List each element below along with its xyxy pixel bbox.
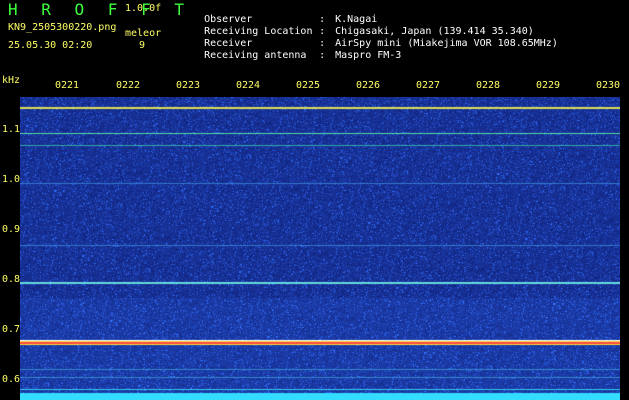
x-tick-0224: 0224: [236, 80, 261, 91]
x-tick-0226: 0226: [356, 80, 381, 91]
x-tick-0229: 0229: [536, 80, 561, 91]
spectrogram-plot[interactable]: [20, 97, 620, 400]
x-tick-0230: 0230: [596, 80, 621, 91]
x-tick-0228: 0228: [476, 80, 501, 91]
mode-label: meleor: [125, 28, 162, 39]
info-antenna-value: Maspro FM-3: [335, 50, 402, 61]
y-tick-0-7: 0.7: [2, 324, 21, 335]
mode-value: 9: [139, 40, 146, 51]
app-title: H R O F F T: [8, 0, 191, 19]
info-antenna: Receiving antenna: Maspro FM-3: [204, 50, 402, 61]
x-tick-0223: 0223: [176, 80, 201, 91]
y-tick-0-6: 0.6: [2, 374, 21, 385]
x-tick-0222: 0222: [116, 80, 141, 91]
y-axis-unit: kHz: [2, 75, 21, 86]
y-tick-0-8: 0.8: [2, 274, 21, 285]
y-tick-0-9: 0.9: [2, 224, 21, 235]
version-label: 1.0.0f: [125, 3, 162, 14]
header: H R O F F T 1.0.0f KN9_2505300220.png me…: [0, 0, 629, 72]
timestamp-label: 25.05.30 02:20: [8, 40, 93, 51]
info-antenna-label: Receiving antenna: [204, 50, 307, 61]
filename-label: KN9_2505300220.png: [8, 22, 117, 33]
y-tick-1-1: 1.1: [2, 124, 21, 135]
spectrogram-canvas: [20, 97, 620, 400]
x-tick-0225: 0225: [296, 80, 321, 91]
x-tick-0221: 0221: [55, 80, 80, 91]
y-tick-1-0: 1.0: [2, 174, 21, 185]
x-tick-0227: 0227: [416, 80, 441, 91]
